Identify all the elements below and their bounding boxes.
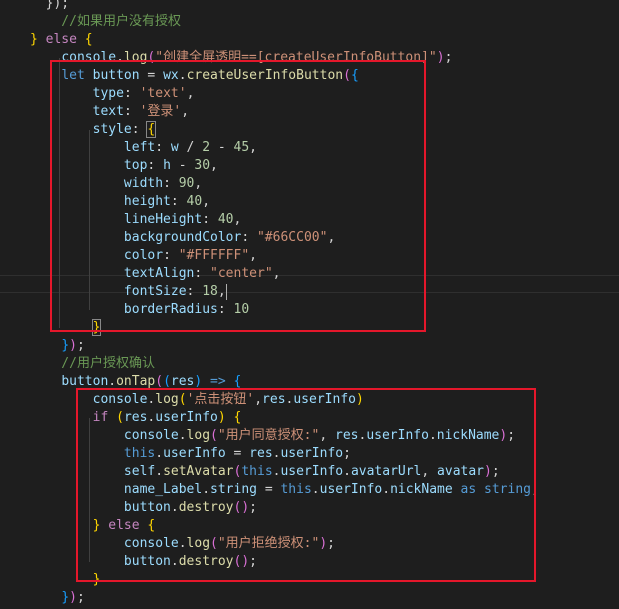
code-line[interactable]: //如果用户没有授权 [30, 13, 181, 31]
code-token: } [61, 338, 70, 353]
code-token: { [233, 374, 242, 389]
code-line[interactable]: }); [30, 337, 85, 355]
code-token: => [202, 374, 234, 389]
code-token: . [108, 374, 117, 389]
annotation-box-ontap-handler [76, 388, 536, 582]
code-token: { [76, 32, 93, 47]
code-token: ( [155, 374, 164, 389]
code-token: else [45, 32, 77, 47]
code-token: //如果用户没有授权 [30, 14, 181, 29]
code-token: res [170, 374, 195, 389]
code-token: ) [436, 50, 445, 65]
code-token: ) [69, 338, 77, 353]
code-token: }); [30, 0, 70, 11]
code-token: ; [444, 50, 453, 65]
code-token: //用户授权确认 [30, 356, 155, 371]
annotation-box-create-button [50, 60, 426, 332]
code-line[interactable]: }); [30, 589, 85, 607]
code-token: ; [76, 590, 85, 605]
code-token: } [30, 32, 46, 47]
code-token: button [61, 374, 109, 389]
code-line[interactable]: } else { [30, 31, 93, 49]
code-token: ) [69, 590, 77, 605]
code-editor[interactable]: }); //如果用户没有授权} else { console.log("创建全屏… [0, 0, 619, 609]
code-line[interactable]: //用户授权确认 [30, 355, 155, 373]
code-token: } [61, 590, 70, 605]
code-token: onTap [116, 374, 156, 389]
code-line[interactable]: }); [30, 0, 70, 13]
code-token: ( [163, 374, 171, 389]
code-token: ; [76, 338, 85, 353]
